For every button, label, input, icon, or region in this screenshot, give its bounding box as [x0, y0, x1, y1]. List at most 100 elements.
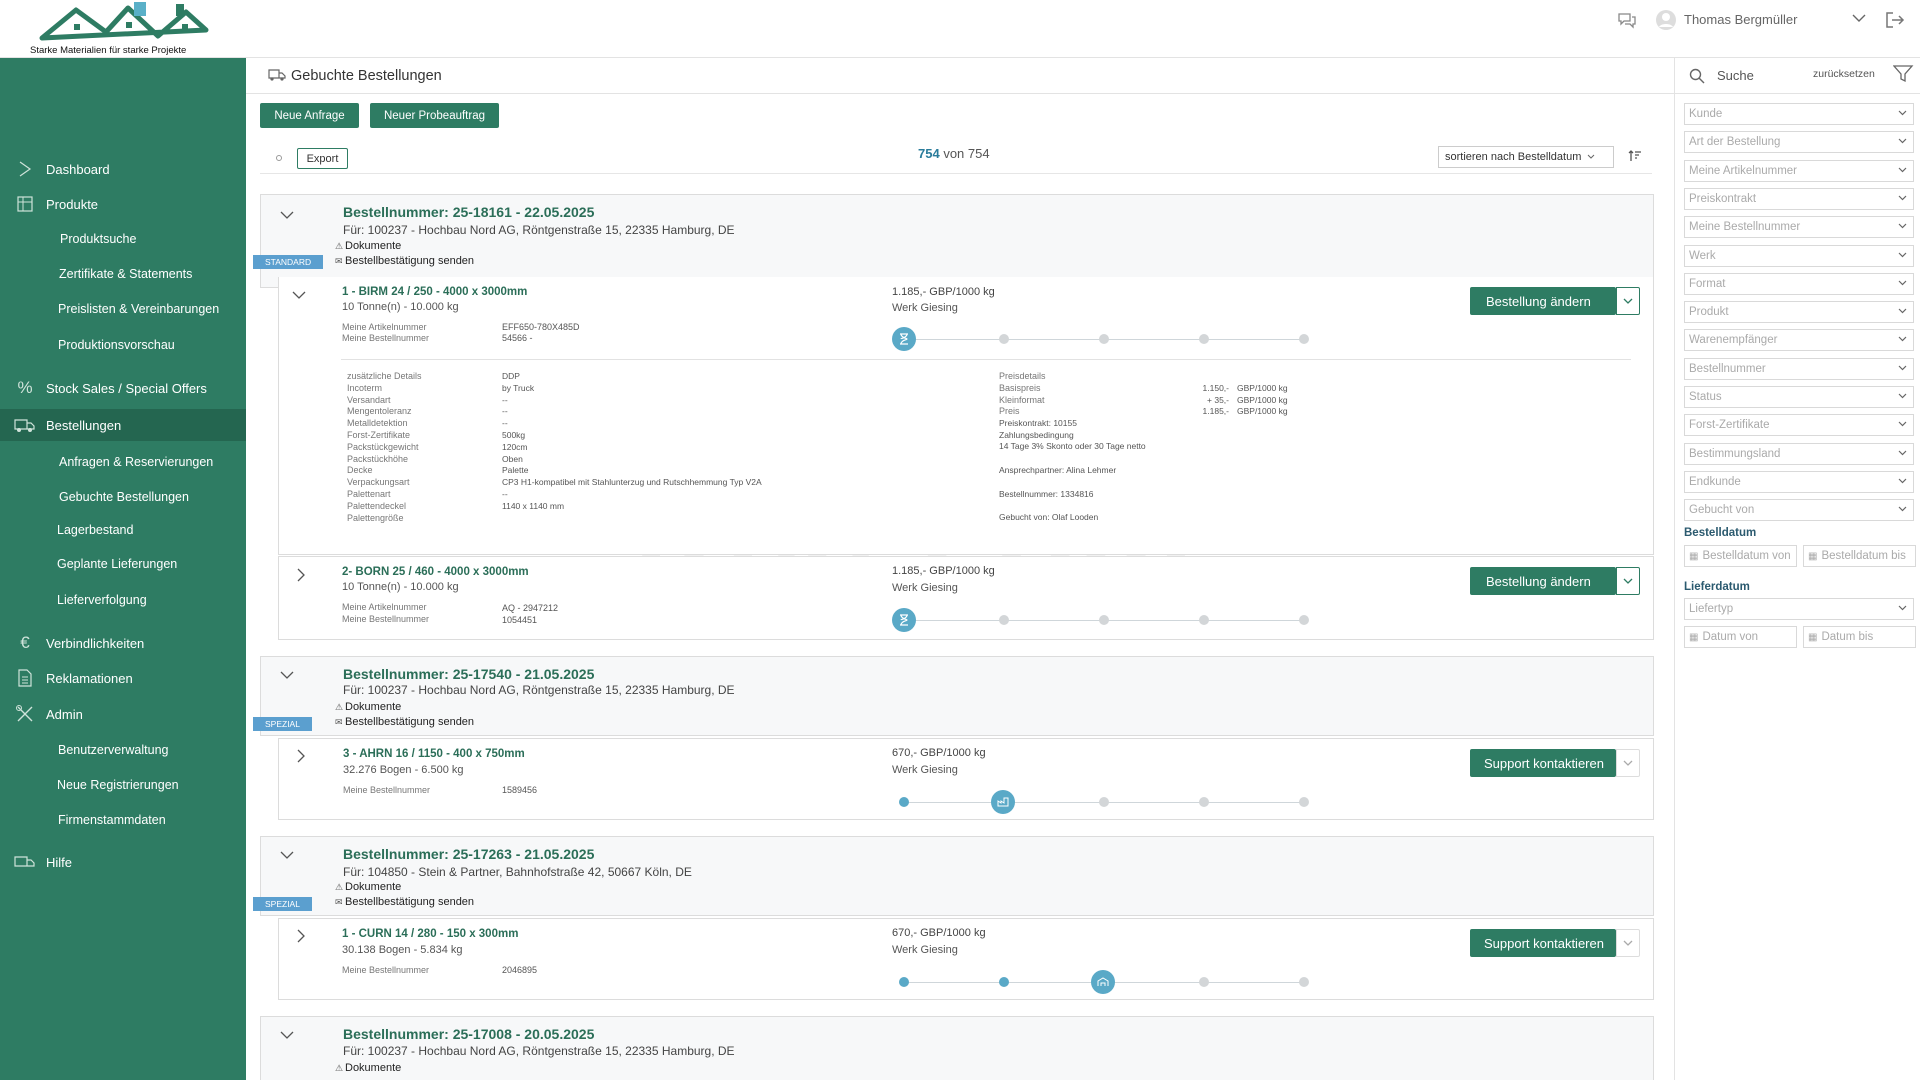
filter-select[interactable]: Endkunde [1684, 470, 1914, 493]
search-input[interactable]: Suche [1717, 68, 1754, 83]
order-title[interactable]: Bestellnummer: 25-18161 - 22.05.2025 [343, 204, 594, 220]
chevron-down-icon[interactable] [279, 207, 295, 223]
chevron-right-icon[interactable] [293, 928, 309, 944]
order-type-badge: STANDARD [253, 255, 324, 269]
shown-count: 754 [918, 146, 940, 161]
change-order-button[interactable]: Bestellung ändern [1470, 567, 1616, 595]
filter-select[interactable]: Werk [1684, 244, 1914, 267]
filter-select[interactable]: Forst-Zertifikate [1684, 414, 1914, 437]
sidebar-item-lieferverfolgung[interactable]: Lieferverfolgung [0, 584, 246, 616]
sidebar-item-zertifikate[interactable]: Zertifikate & Statements [0, 258, 246, 290]
company-logo[interactable]: Starke Materialien für starke Projekte [30, 2, 210, 56]
sidebar-item-neue-registrierungen[interactable]: Neue Registrierungen [0, 769, 246, 801]
order-title[interactable]: Bestellnummer: 25-17008 - 20.05.2025 [343, 1026, 594, 1042]
chevron-down-icon[interactable] [291, 287, 307, 303]
delivery-date-to-input[interactable]: ▦ Datum bis [1803, 626, 1916, 648]
position-title[interactable]: 2- BORN 25 / 460 - 4000 x 3000mm [342, 566, 529, 578]
sidebar-item-label: Dashboard [46, 161, 110, 177]
position-quantity: 30.138 Bogen - 5.834 kg [342, 944, 463, 956]
sidebar-item-reklamationen[interactable]: Reklamationen [0, 662, 246, 694]
new-trial-order-button[interactable]: Neuer Probeauftrag [370, 103, 499, 128]
export-button[interactable]: Export [297, 148, 348, 169]
sort-select[interactable]: sortieren nach Bestelldatum [1438, 146, 1614, 168]
sidebar-item-lagerbestand[interactable]: Lagerbestand [0, 514, 246, 546]
position-title[interactable]: 3 - AHRN 16 / 1150 - 400 x 750mm [343, 748, 525, 760]
logout-icon[interactable] [1885, 11, 1905, 29]
sidebar-item-anfragen[interactable]: Anfragen & Reservierungen [0, 446, 246, 478]
contact-support-button[interactable]: Support kontaktieren [1470, 929, 1616, 957]
documents-link[interactable]: ⚠ Dokumente [335, 881, 401, 893]
sidebar-item-label: Reklamationen [46, 670, 133, 686]
send-confirmation-label: Bestellbestätigung senden [345, 255, 475, 267]
order-date-from-input[interactable]: ▦ Bestelldatum von [1684, 545, 1797, 567]
sidebar-item-preislisten[interactable]: Preislisten & Vereinbarungen [0, 293, 246, 325]
documents-link[interactable]: ⚠ Dokumente [335, 1062, 401, 1074]
filter-select[interactable]: Format [1684, 272, 1914, 295]
order-title[interactable]: Bestellnummer: 25-17263 - 21.05.2025 [343, 846, 594, 862]
delivery-type-select[interactable]: Liefertyp [1684, 598, 1914, 620]
filter-select[interactable]: Meine Bestellnummer [1684, 216, 1914, 239]
select-all-icon[interactable] [275, 154, 283, 162]
delivery-date-from-input[interactable]: ▦ Datum von [1684, 626, 1797, 648]
filter-select[interactable]: Kunde [1684, 103, 1914, 125]
filter-select[interactable]: Preiskontrakt [1684, 187, 1914, 210]
contact-support-button[interactable]: Support kontaktieren [1470, 749, 1616, 777]
filter-icon[interactable] [1893, 64, 1915, 84]
action-dropdown-button[interactable] [1616, 567, 1640, 595]
chevron-right-icon[interactable] [293, 748, 309, 764]
filter-select[interactable]: Meine Artikelnummer [1684, 159, 1914, 182]
user-name[interactable]: Thomas Bergmüller [1684, 12, 1797, 27]
progress-step [1199, 797, 1209, 807]
chevron-down-icon[interactable] [279, 847, 295, 863]
filter-select[interactable]: Art der Bestellung [1684, 131, 1914, 154]
filter-select[interactable]: Warenempfänger [1684, 329, 1914, 352]
sidebar-item-stock-sales[interactable]: % Stock Sales / Special Offers [0, 372, 246, 404]
documents-link[interactable]: ⚠ Dokumente [335, 240, 401, 252]
help-icon [14, 851, 36, 873]
sidebar-item-geplante-lieferungen[interactable]: Geplante Lieferungen [0, 548, 246, 580]
position-title[interactable]: 1 - CURN 14 / 280 - 150 x 300mm [342, 928, 518, 940]
filter-select[interactable]: Status [1684, 386, 1914, 408]
attachment-icon: ⚠ [335, 1063, 344, 1073]
sidebar-item-gebuchte-bestellungen[interactable]: Gebuchte Bestellungen [0, 481, 246, 513]
action-dropdown-button[interactable] [1616, 749, 1640, 777]
new-request-button[interactable]: Neue Anfrage [260, 103, 359, 128]
filter-select[interactable]: Produkt [1684, 301, 1914, 324]
sidebar-item-hilfe[interactable]: Hilfe [0, 846, 246, 878]
sort-direction-icon[interactable] [1628, 150, 1642, 162]
action-dropdown-button[interactable] [1616, 287, 1640, 315]
reset-filters-link[interactable]: zurücksetzen [1813, 68, 1875, 80]
send-confirmation-link[interactable]: ✉ Bestellbestätigung senden [335, 255, 474, 267]
chevron-right-icon[interactable] [293, 567, 309, 583]
send-confirmation-link[interactable]: ✉ Bestellbestätigung senden [335, 896, 474, 908]
chat-icon[interactable] [1617, 11, 1637, 29]
sidebar-item-produktsuche[interactable]: Produktsuche [0, 223, 246, 255]
action-dropdown-button[interactable] [1616, 929, 1640, 957]
sidebar-item-bestellungen[interactable]: Bestellungen [0, 409, 246, 441]
sidebar-item-produkte[interactable]: Produkte [0, 188, 246, 220]
attachment-icon: ⚠ [335, 241, 344, 251]
order-title[interactable]: Bestellnummer: 25-17540 - 21.05.2025 [343, 666, 594, 682]
send-confirmation-link[interactable]: ✉ Bestellbestätigung senden [335, 716, 474, 728]
sidebar-item-firmenstammdaten[interactable]: Firmenstammdaten [0, 804, 246, 836]
order-card: Bestellnummer: 25-18161 - 22.05.2025 Für… [253, 194, 1654, 288]
chevron-down-icon[interactable] [279, 667, 295, 683]
filter-select[interactable]: Bestimmungsland [1684, 442, 1914, 465]
order-date-to-input[interactable]: ▦ Bestelldatum bis [1803, 545, 1916, 567]
search-icon[interactable] [1689, 68, 1705, 84]
sidebar-item-benutzerverwaltung[interactable]: Benutzerverwaltung [0, 734, 246, 766]
documents-link[interactable]: ⚠ Dokumente [335, 701, 401, 713]
sidebar-item-verbindlichkeiten[interactable]: € Verbindlichkeiten [0, 627, 246, 659]
sidebar-item-produktionsvorschau[interactable]: Produktionsvorschau [0, 329, 246, 361]
change-order-button[interactable]: Bestellung ändern [1470, 287, 1616, 315]
chevron-down-icon[interactable] [1852, 13, 1866, 23]
user-avatar-icon[interactable] [1655, 9, 1677, 31]
sidebar-item-admin[interactable]: Admin [0, 698, 246, 730]
sidebar-item-dashboard[interactable]: Dashboard [0, 153, 246, 185]
order-type-badge: SPEZIAL [253, 897, 312, 911]
filter-select[interactable]: Bestellnummer [1684, 357, 1914, 380]
filter-select[interactable]: Gebucht von [1684, 499, 1914, 522]
order-number-label: Meine Bestellnummer [342, 965, 430, 975]
position-title[interactable]: 1 - BIRM 24 / 250 - 4000 x 3000mm [342, 286, 527, 298]
chevron-down-icon[interactable] [279, 1027, 295, 1043]
